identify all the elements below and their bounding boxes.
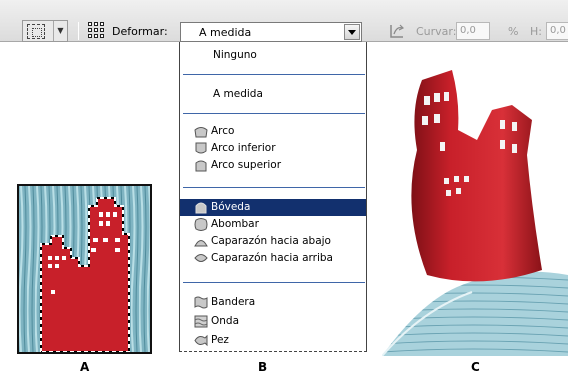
menu-item-label: Caparazón hacia arriba: [211, 252, 333, 264]
arc-lower-icon: [195, 142, 207, 154]
menu-item-label: A medida: [213, 88, 263, 100]
caption-b: B: [258, 360, 268, 374]
menu-item-label: Bandera: [211, 296, 256, 308]
menu-item-none[interactable]: Ninguno: [180, 47, 366, 64]
menu-item-label: Onda: [211, 315, 240, 327]
menu-item-arc-lower[interactable]: Arco inferior: [180, 140, 366, 157]
percent-sign: %: [508, 25, 519, 38]
menu-item-label: Abombar: [211, 218, 259, 230]
shell-upper-icon: [194, 254, 208, 262]
menu-item-label: Arco superior: [211, 159, 282, 171]
flag-icon: [194, 296, 208, 309]
dropdown-arrow-icon[interactable]: [344, 24, 360, 40]
caption-c: C: [471, 360, 480, 374]
menu-item-bulge[interactable]: Abombar: [180, 216, 366, 233]
tool-preset-picker[interactable]: ▼: [22, 20, 68, 42]
warp-style-menu: Ninguno A medida Arco Arco inferior Arco…: [179, 42, 367, 352]
menu-item-wave[interactable]: Onda: [180, 313, 366, 330]
transform-tool-icon: [27, 24, 45, 39]
bulge-icon: [194, 218, 208, 231]
wave-icon: [194, 315, 208, 328]
warp-style-value: A medida: [199, 26, 252, 39]
warp-style-select[interactable]: A medida: [180, 22, 362, 42]
menu-item-fish[interactable]: Pez: [180, 332, 366, 349]
menu-item-shell-upper[interactable]: Caparazón hacia arriba: [180, 250, 366, 267]
bend-label: Curvar:: [416, 25, 457, 38]
warp-mode-icon[interactable]: [88, 22, 106, 40]
menu-divider: [183, 282, 365, 283]
menu-item-arc[interactable]: Arco: [180, 123, 366, 140]
caption-a: A: [80, 360, 90, 374]
horizontal-distortion-input[interactable]: 0,0: [546, 22, 568, 40]
menu-divider: [183, 74, 365, 75]
menu-item-label: Bóveda: [211, 201, 251, 213]
fish-icon: [194, 334, 208, 347]
warped-result-panel: [381, 60, 568, 357]
options-bar: ▼ Deformar: A medida Curvar: 0,0 % H: 0,…: [0, 0, 568, 42]
toolbar-divider: [78, 22, 79, 40]
menu-item-custom[interactable]: A medida: [180, 86, 366, 103]
menu-item-label: Pez: [211, 334, 229, 346]
arch-icon: [195, 202, 207, 214]
menu-divider: [183, 187, 365, 188]
menu-item-arc-upper[interactable]: Arco superior: [180, 157, 366, 174]
shell-lower-icon: [194, 240, 208, 247]
menu-item-shell-lower[interactable]: Caparazón hacia abajo: [180, 233, 366, 250]
menu-divider: [183, 113, 365, 114]
chevron-down-icon: ▼: [53, 21, 67, 41]
original-building-image: [19, 186, 150, 352]
bend-input[interactable]: 0,0: [456, 22, 490, 40]
horizontal-distortion-label: H:: [530, 25, 542, 38]
change-orientation-icon[interactable]: [388, 22, 406, 40]
warp-label: Deformar:: [112, 25, 168, 38]
menu-item-label: Caparazón hacia abajo: [211, 235, 331, 247]
menu-item-arch[interactable]: Bóveda: [180, 199, 366, 216]
original-image-panel: [17, 184, 152, 354]
arc-upper-icon: [195, 160, 207, 172]
warped-building-image: [381, 70, 568, 357]
menu-item-label: Ninguno: [213, 49, 257, 61]
menu-item-flag[interactable]: Bandera: [180, 294, 366, 311]
menu-item-label: Arco inferior: [211, 142, 276, 154]
menu-item-label: Arco: [211, 125, 235, 137]
arc-icon: [194, 127, 208, 138]
